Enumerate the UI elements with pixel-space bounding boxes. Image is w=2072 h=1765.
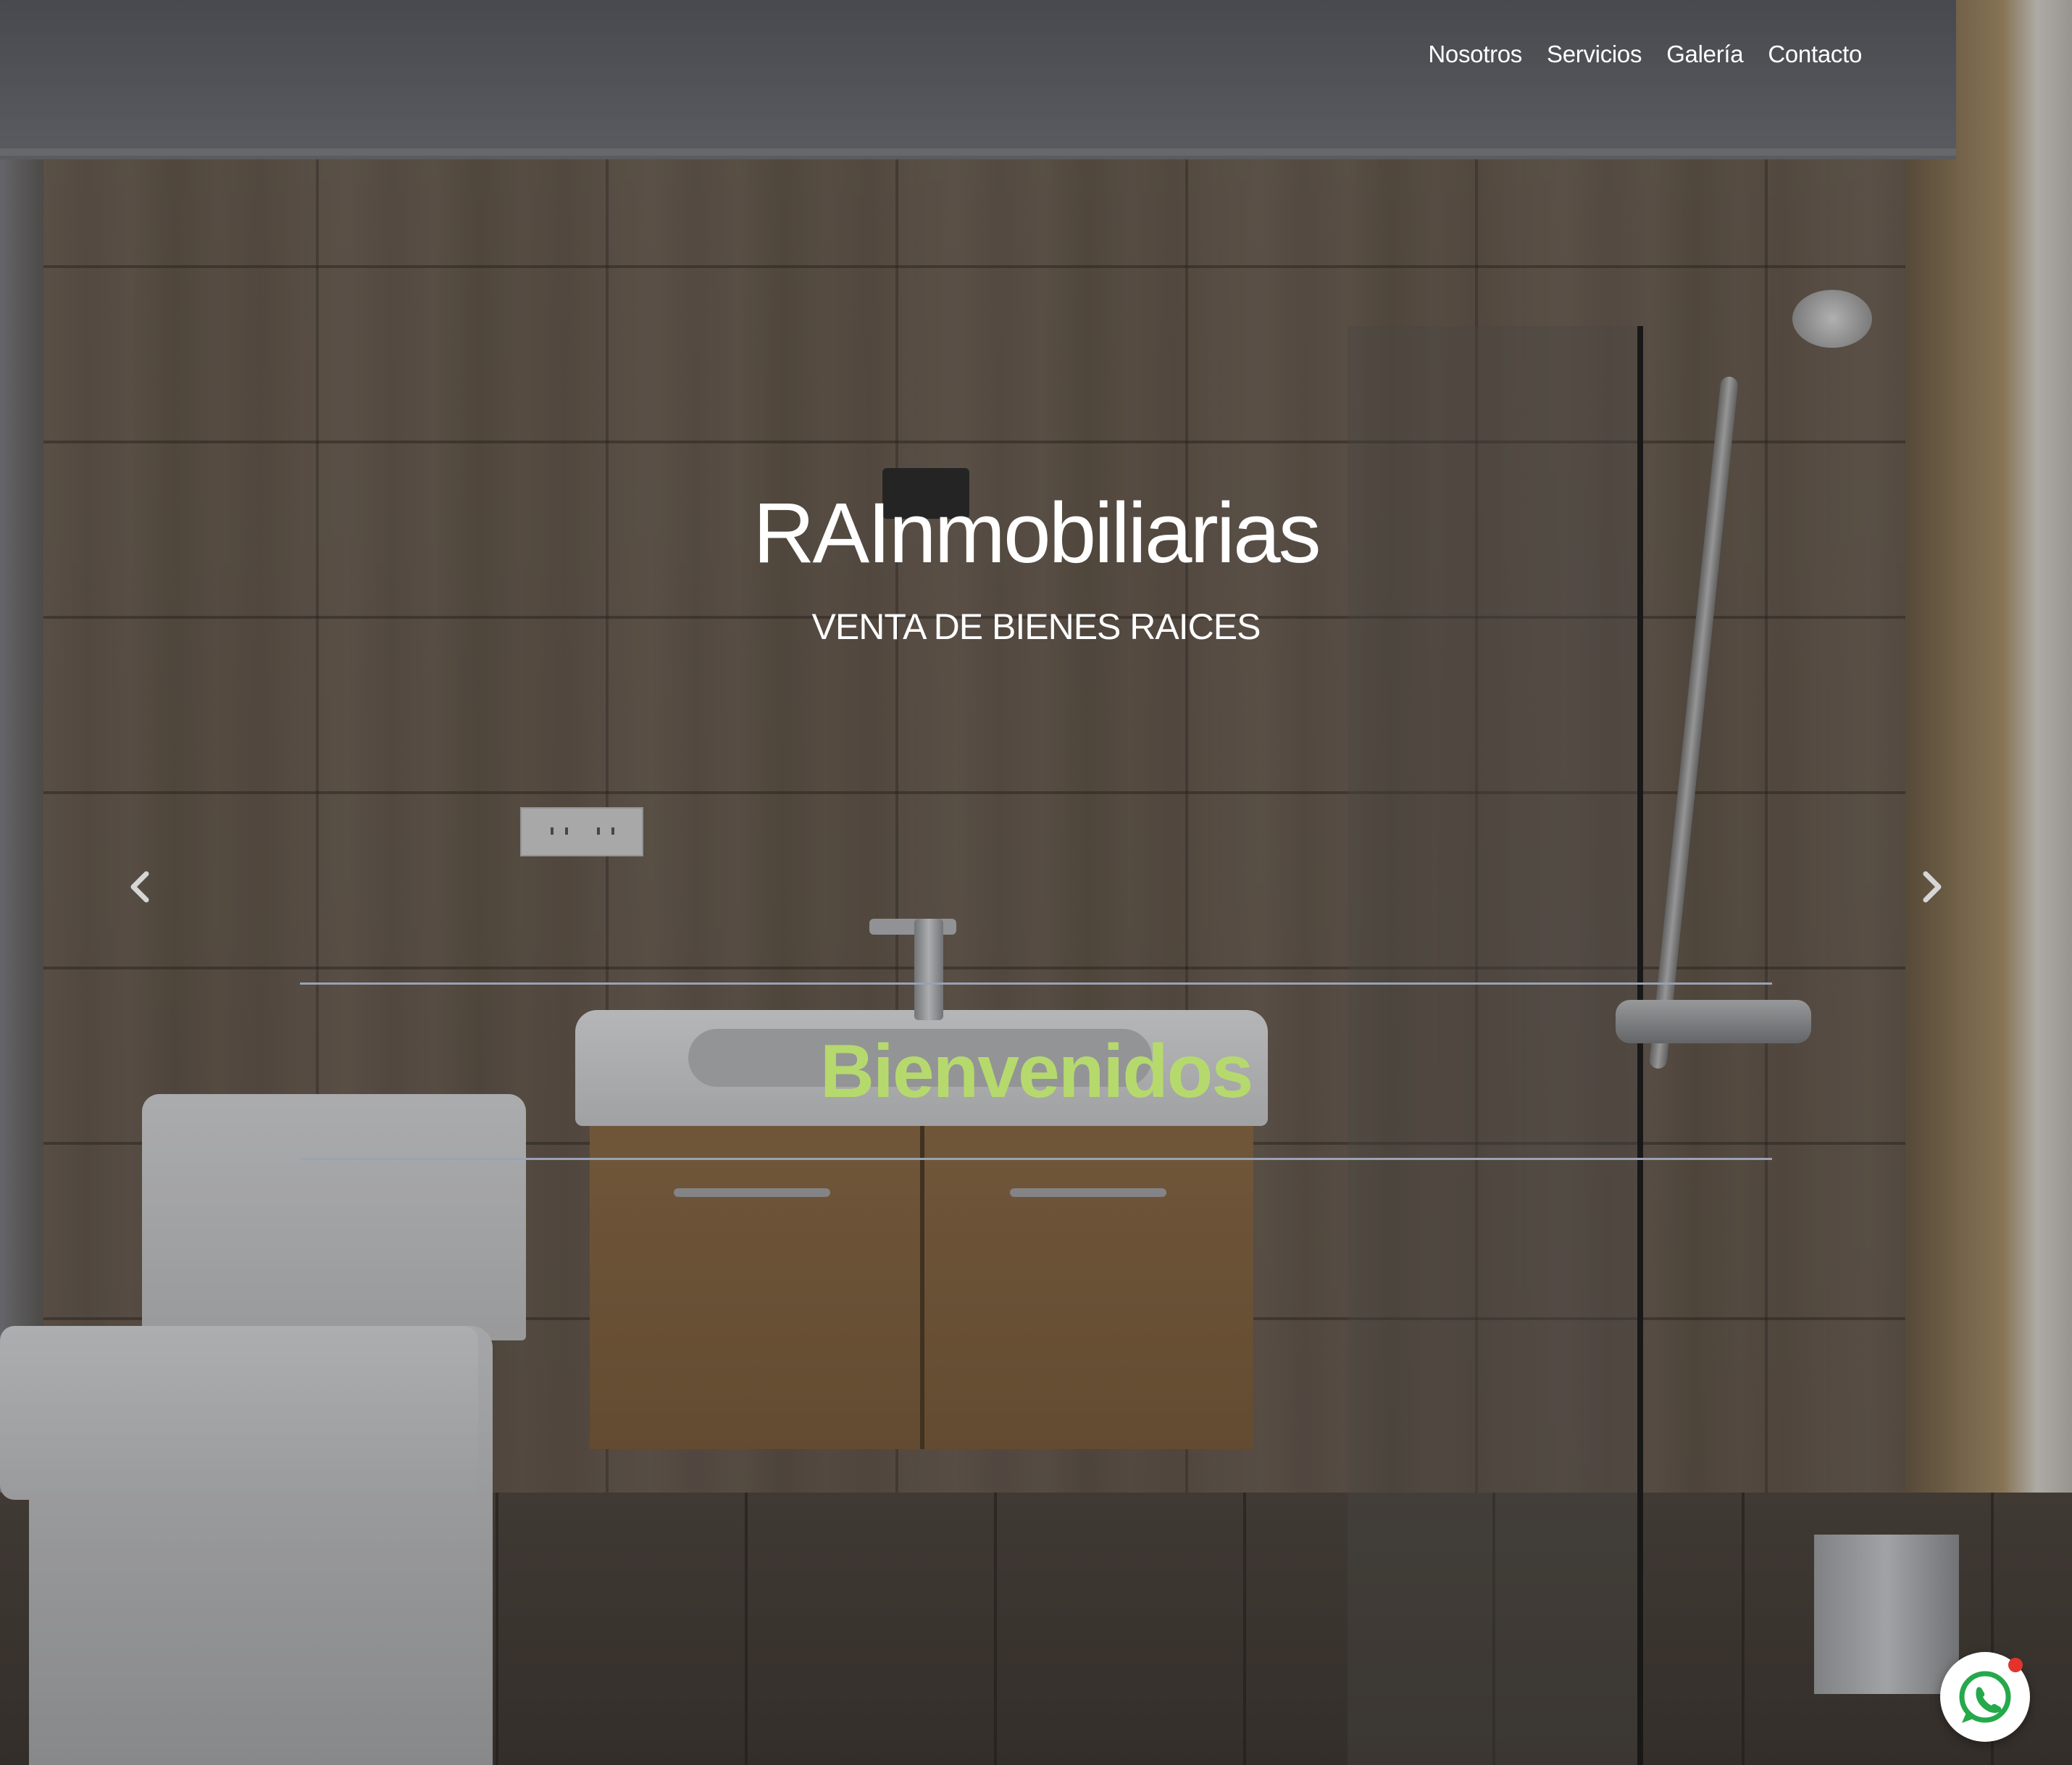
divider-top	[300, 982, 1772, 985]
main-nav: Nosotros Servicios Galería Contacto	[1428, 41, 1862, 68]
divider-bottom	[300, 1158, 1772, 1160]
site-title: RAInmobiliarias	[753, 485, 1321, 581]
nav-link-nosotros[interactable]: Nosotros	[1428, 41, 1522, 68]
site-subtitle: VENTA DE BIENES RAICES	[811, 606, 1261, 647]
carousel-next-button[interactable]	[1910, 865, 1953, 909]
nav-link-servicios[interactable]: Servicios	[1547, 41, 1642, 68]
whatsapp-button[interactable]	[1940, 1652, 2030, 1742]
chevron-left-icon	[130, 871, 149, 903]
nav-link-contacto[interactable]: Contacto	[1768, 41, 1862, 68]
welcome-heading: Bienvenidos	[819, 1030, 1253, 1114]
nav-link-galeria[interactable]: Galería	[1666, 41, 1743, 68]
chevron-right-icon	[1923, 871, 1942, 903]
carousel-prev-button[interactable]	[119, 865, 162, 909]
hero-page: Nosotros Servicios Galería Contacto RAIn…	[0, 0, 2072, 1765]
background-photo	[0, 0, 2072, 1765]
notification-dot	[2008, 1658, 2023, 1672]
